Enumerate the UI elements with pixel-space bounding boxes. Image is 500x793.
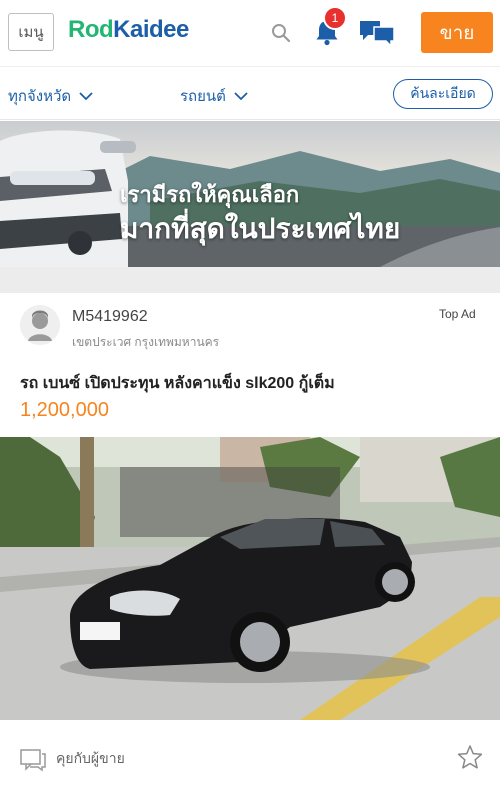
filter-bar: ทุกจังหวัด รถยนต์ ค้นละเอียด (0, 66, 500, 120)
search-icon[interactable] (270, 22, 292, 44)
promo-banner[interactable]: เรามีรถให้คุณเลือก มากที่สุดในประเทศไทย (0, 121, 500, 267)
top-ad-label: Top Ad (439, 307, 476, 321)
listing-title[interactable]: รถ เบนซ์ เปิดประทุน หลังคาแข็ง slk200 กู… (20, 371, 335, 396)
listing-actions: คุยกับผู้ขาย (0, 733, 500, 793)
rodkaidee-logo[interactable]: RodKaidee (68, 16, 189, 44)
province-filter-label: ทุกจังหวัด (8, 88, 72, 105)
chat-seller-icon[interactable] (20, 748, 46, 772)
star-icon[interactable] (457, 744, 483, 770)
sell-button[interactable]: ขาย (421, 12, 493, 53)
menu-button[interactable]: เมนู (8, 13, 54, 51)
category-filter-label: รถยนต์ (180, 88, 226, 105)
banner-line-2: มากที่สุดในประเทศไทย (120, 213, 401, 244)
seller-name[interactable]: M5419962 (72, 308, 148, 326)
chevron-down-icon (234, 91, 248, 100)
chevron-down-icon (79, 91, 93, 100)
category-filter[interactable]: รถยนต์ (180, 84, 248, 108)
logo-rod: Rod (68, 16, 114, 43)
chat-seller-button[interactable]: คุยกับผู้ขาย (56, 748, 125, 770)
chat-icon[interactable] (358, 18, 396, 48)
listing-card[interactable]: M5419962 เขตประเวศ กรุงเทพมหานคร Top Ad … (0, 293, 500, 793)
section-divider (0, 267, 500, 293)
notification-badge: 1 (323, 6, 347, 30)
detail-search-button[interactable]: ค้นละเอียด (393, 79, 493, 109)
avatar-icon[interactable] (20, 305, 60, 345)
province-filter[interactable]: ทุกจังหวัด (8, 84, 93, 108)
listing-price: 1,200,000 (20, 399, 109, 421)
logo-kaidee: Kaidee (113, 16, 189, 43)
listing-location: เขตประเวศ กรุงเทพมหานคร (72, 335, 220, 349)
app-header: เมนู RodKaidee 1 ขาย (0, 0, 500, 66)
listing-photo[interactable] (0, 437, 500, 720)
